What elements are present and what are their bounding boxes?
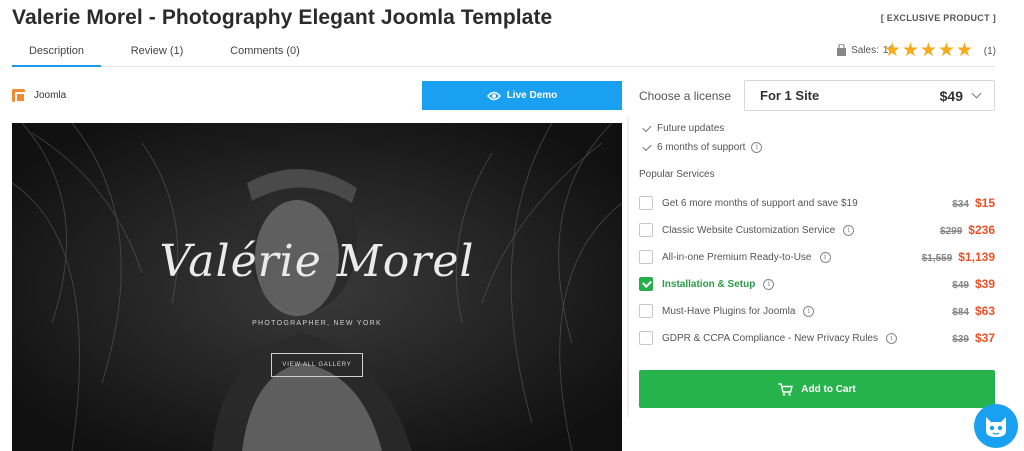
column-divider <box>627 117 629 417</box>
rating-count[interactable]: (1) <box>984 46 996 57</box>
star-icon: ★ <box>937 40 955 61</box>
joomla-icon <box>12 89 26 103</box>
service-new-price: $15 <box>974 196 995 210</box>
preview-subtitle: PHOTOGRAPHER, NEW YORK <box>252 320 382 327</box>
info-icon[interactable]: i <box>886 332 897 344</box>
info-icon[interactable]: i <box>751 142 763 153</box>
feature-item: Future updates <box>642 122 725 134</box>
star-icon: ★ <box>919 40 937 61</box>
preview-gallery-button: VIEW ALL GALLERY <box>271 353 363 377</box>
add-to-cart-button[interactable]: Add to Cart <box>639 370 995 408</box>
service-row[interactable]: Get 6 more months of support and save $1… <box>639 194 995 212</box>
platform-label: Joomla <box>34 90 67 101</box>
service-checkbox-checked[interactable] <box>639 277 653 291</box>
star-icon: ★ <box>901 40 919 61</box>
service-label: GDPR & CCPA Compliance - New Privacy Rul… <box>662 332 878 344</box>
service-row[interactable]: All-in-one Premium Ready-to-Use i $1,559… <box>639 248 995 266</box>
service-checkbox[interactable] <box>639 196 653 210</box>
service-row[interactable]: GDPR & CCPA Compliance - New Privacy Rul… <box>639 329 995 347</box>
service-prices: $1,559 $1,139 <box>922 250 995 264</box>
service-checkbox[interactable] <box>639 223 653 237</box>
star-icon: ★ <box>955 40 973 61</box>
service-old-price: $299 <box>940 226 963 237</box>
chat-mascot-icon <box>986 417 1006 437</box>
license-select[interactable]: For 1 Site $49 <box>744 80 995 111</box>
info-icon[interactable]: i <box>843 224 855 236</box>
tab-comments[interactable]: Comments (0) <box>220 36 310 67</box>
service-prices: $49 $39 <box>952 277 995 291</box>
preview-heading: Valérie Morel <box>159 236 475 287</box>
service-label: Installation & Setup <box>662 278 756 290</box>
service-old-price: $1,559 <box>921 253 953 264</box>
service-new-price: $236 <box>968 223 995 237</box>
service-prices: $299 $236 <box>940 223 995 237</box>
sales-label: Sales: <box>851 45 879 56</box>
eye-icon <box>486 91 501 100</box>
service-row[interactable]: Must-Have Plugins for Joomla i $84 $63 <box>639 302 995 320</box>
service-prices: $34 $15 <box>952 196 995 210</box>
info-icon[interactable]: i <box>763 278 775 290</box>
live-demo-button[interactable]: Live Demo <box>422 81 622 110</box>
service-old-price: $84 <box>952 307 969 318</box>
service-row[interactable]: Installation & Setup i $49 $39 <box>639 275 995 293</box>
service-new-price: $63 <box>974 304 995 318</box>
service-checkbox[interactable] <box>639 304 653 318</box>
service-label: All-in-one Premium Ready-to-Use <box>662 251 812 263</box>
tab-review[interactable]: Review (1) <box>122 36 192 67</box>
service-new-price: $1,139 <box>958 250 995 264</box>
live-demo-label: Live Demo <box>506 90 558 101</box>
service-label: Classic Website Customization Service <box>662 224 836 236</box>
popular-services-title: Popular Services <box>639 169 715 180</box>
license-label: Choose a license <box>639 89 732 103</box>
service-label: Get 6 more months of support and save $1… <box>662 197 858 209</box>
service-prices: $39 $37 <box>952 331 995 345</box>
service-row[interactable]: Classic Website Customization Service i … <box>639 221 995 239</box>
info-icon[interactable]: i <box>803 305 815 317</box>
template-preview-image[interactable]: Valérie Morel PHOTOGRAPHER, NEW YORK VIE… <box>12 123 622 451</box>
service-checkbox[interactable] <box>639 331 653 345</box>
cart-icon <box>778 382 794 396</box>
chat-button[interactable] <box>974 404 1018 448</box>
star-icon: ★ <box>883 40 901 61</box>
platform-tag: Joomla <box>12 89 67 103</box>
check-icon <box>642 141 652 151</box>
service-label: Must-Have Plugins for Joomla <box>662 305 796 317</box>
palm-leaves-background <box>12 123 622 451</box>
feature-label: 6 months of support <box>657 142 746 153</box>
rating-stars[interactable]: ★ ★ ★ ★ ★ <box>884 41 973 60</box>
tab-description[interactable]: Description <box>12 36 101 67</box>
license-option: For 1 Site <box>760 88 820 103</box>
license-price: $49 <box>939 87 963 104</box>
page-title: Valerie Morel - Photography Elegant Joom… <box>12 6 553 29</box>
service-prices: $84 $63 <box>952 304 995 318</box>
service-new-price: $39 <box>974 277 995 291</box>
chevron-down-icon <box>971 88 982 99</box>
exclusive-badge: [ EXCLUSIVE PRODUCT ] <box>880 13 996 23</box>
check-icon <box>642 122 652 132</box>
service-checkbox[interactable] <box>639 250 653 264</box>
shopping-bag-icon <box>837 44 847 56</box>
service-old-price: $34 <box>952 199 969 210</box>
service-old-price: $49 <box>952 280 969 291</box>
service-old-price: $39 <box>952 334 969 345</box>
service-new-price: $37 <box>974 331 995 345</box>
feature-label: Future updates <box>657 123 725 134</box>
feature-item: 6 months of support i <box>642 141 763 153</box>
add-to-cart-label: Add to Cart <box>801 383 856 395</box>
info-icon[interactable]: i <box>819 251 831 263</box>
